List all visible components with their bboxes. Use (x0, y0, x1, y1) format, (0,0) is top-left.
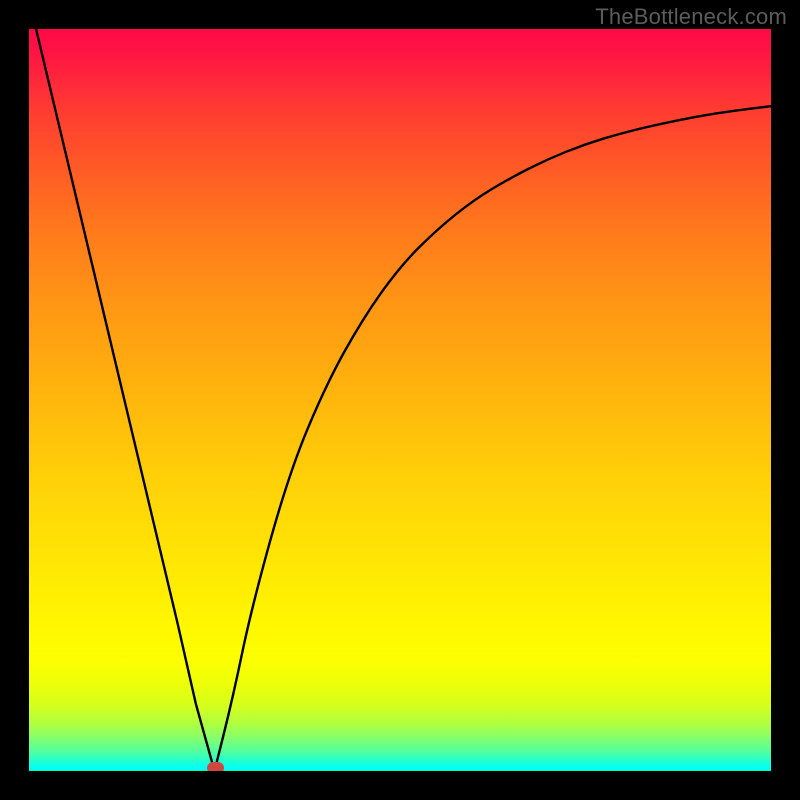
optimum-marker (207, 762, 224, 771)
watermark-text: TheBottleneck.com (595, 4, 787, 30)
chart-container: TheBottleneck.com (0, 0, 800, 800)
plot-area (29, 29, 771, 771)
bottleneck-curve (29, 29, 771, 771)
